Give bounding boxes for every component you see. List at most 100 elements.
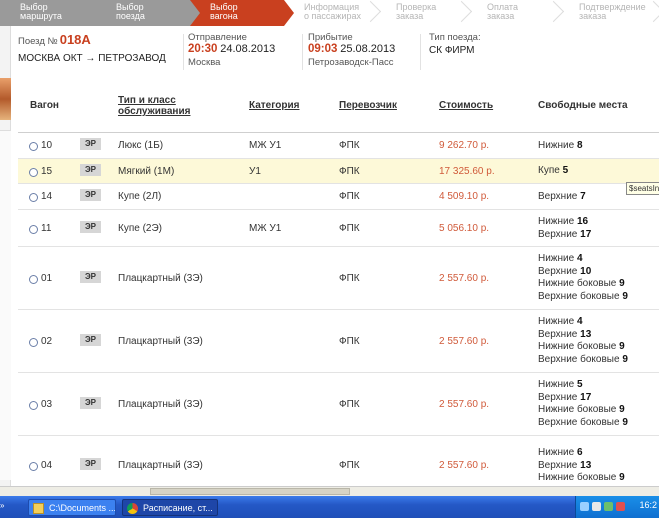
wagon-radio[interactable]	[29, 168, 38, 177]
seat-type: Нижние боковые	[538, 404, 617, 416]
left-banner-image	[0, 78, 11, 120]
table-row[interactable]: 02 ЭР Плацкартный (3Э) ФПК 2 557.60 р. Нижние…	[18, 310, 659, 373]
wagon-radio[interactable]	[29, 193, 38, 202]
taskbar-arrow-icon[interactable]: »	[0, 501, 10, 513]
taskbar: » C:\Documents ... Расписание, ст... 16:…	[0, 496, 659, 518]
service-class: Плацкартный (3Э)	[118, 399, 203, 410]
tray-network-icon[interactable]	[580, 502, 589, 511]
category: МЖ У1	[249, 140, 282, 151]
seat-count: 9	[619, 341, 625, 353]
seat-line: Нижние боковые 9	[538, 341, 628, 354]
seat-count: 9	[619, 278, 625, 290]
wagon-number: 10	[41, 140, 53, 151]
col-category[interactable]: Категория	[249, 100, 299, 111]
taskbar-item-browser[interactable]: Расписание, ст...	[122, 499, 218, 516]
carrier: ФПК	[339, 273, 360, 284]
col-wagon: Вагон	[30, 100, 59, 111]
col-price-label: Стоимость	[439, 100, 494, 111]
scroll-thumb[interactable]	[150, 488, 350, 495]
table-row[interactable]: 03 ЭР Плацкартный (3Э) ФПК 2 557.60 р. Нижние…	[18, 373, 659, 436]
step-label: Подтверждение заказа	[579, 2, 646, 21]
chrome-icon	[127, 503, 138, 514]
free-seats: Нижние 5 Верхние 17 Нижние боковые 9 Верхни…	[538, 379, 628, 429]
carrier: ФПК	[339, 460, 360, 471]
wagon-radio[interactable]	[29, 142, 38, 151]
service-class: Мягкий (1М)	[118, 166, 175, 177]
seat-type: Верхние	[538, 391, 578, 403]
seat-line: Верхние 17	[538, 229, 591, 242]
er-badge: ЭР	[80, 221, 101, 233]
price: 2 557.60 р.	[439, 336, 490, 347]
er-badge: ЭР	[80, 271, 101, 283]
seat-line: Нижние 16	[538, 216, 591, 229]
arrival-station: Петрозаводск-Пасс	[308, 57, 394, 68]
col-seats: Свободные места	[538, 100, 628, 111]
seat-count: 9	[622, 416, 628, 428]
price: 2 557.60 р.	[439, 399, 490, 410]
free-seats: Нижние 16 Верхние 17	[538, 216, 591, 241]
seat-type: Нижние	[538, 316, 575, 327]
wagon-number: 02	[41, 336, 53, 347]
wagon-radio[interactable]	[29, 225, 38, 234]
divider	[420, 34, 421, 70]
seat-count: 10	[580, 265, 592, 277]
arrival-time: 09:03	[308, 43, 338, 55]
seat-type: Нижние	[538, 216, 575, 227]
col-type-label: Тип и класс обслуживания	[118, 95, 191, 117]
step-train[interactable]: Выбор поезда	[96, 0, 200, 26]
tray-security-icon[interactable]	[604, 502, 613, 511]
wagon-number: 11	[41, 223, 52, 234]
seat-type: Нижние	[538, 447, 575, 458]
table-row[interactable]: 11 ЭР Купе (2Э) МЖ У1 ФПК 5 056.10 р. Нижние 1…	[18, 210, 659, 247]
wagon-radio[interactable]	[29, 462, 38, 471]
seat-type: Верхние боковые	[538, 353, 620, 365]
wagon-radio[interactable]	[29, 401, 38, 410]
taskbar-item-label: Расписание, ст...	[143, 503, 213, 513]
free-seats: Нижние 4 Верхние 13 Нижние боковые 9 Верхни…	[538, 316, 628, 366]
price: 4 509.10 р.	[439, 191, 490, 202]
horizontal-scrollbar[interactable]	[0, 486, 659, 496]
seat-line: Нижние 5	[538, 379, 628, 392]
col-carrier[interactable]: Перевозчик	[339, 100, 397, 111]
step-label: Информация о пассажирах	[304, 2, 361, 21]
seat-count: 13	[580, 459, 592, 471]
wagon-number: 14	[41, 191, 53, 202]
seat-count: 5	[576, 379, 583, 390]
seat-line: Нижние 4	[538, 253, 628, 266]
seat-line: Нижние 4	[538, 316, 628, 329]
tooltip: $seatsIn	[626, 182, 659, 195]
table-row[interactable]: 01 ЭР Плацкартный (3Э) ФПК 2 557.60 р. Нижние…	[18, 247, 659, 310]
train-number: 018А	[59, 32, 91, 47]
seat-type: Нижние боковые	[538, 472, 617, 484]
wagon-radio[interactable]	[29, 338, 38, 347]
free-seats: Нижние 6 Верхние 13 Нижние боковые 9	[538, 447, 625, 485]
step-check: Проверка заказа	[376, 0, 467, 26]
seat-line: Нижние боковые 9	[538, 278, 628, 291]
er-badge: ЭР	[80, 189, 101, 201]
step-route[interactable]: Выбор маршрута	[0, 0, 106, 26]
er-badge: ЭР	[80, 458, 101, 470]
seat-type: Верхние боковые	[538, 416, 620, 428]
seat-line: Верхние 13	[538, 460, 625, 473]
seat-type: Нижние	[538, 253, 575, 264]
table-row[interactable]: 14 ЭР Купе (2Л) ФПК 4 509.10 р. Верхние 7	[18, 184, 659, 210]
col-price[interactable]: Стоимость	[439, 100, 493, 111]
carrier: ФПК	[339, 399, 360, 410]
table-row[interactable]: 10 ЭР Люкс (1Б) МЖ У1 ФПК 9 262.70 р. Нижние 8	[18, 133, 659, 159]
taskbar-item-explorer[interactable]: C:\Documents ...	[28, 499, 116, 516]
wagon-radio[interactable]	[29, 275, 38, 284]
tray-volume-icon[interactable]	[592, 502, 601, 511]
table-row[interactable]: 15 ЭР Мягкий (1М) У1 ФПК 17 325.60 р. Купе 5	[18, 159, 659, 184]
seat-count: 9	[622, 290, 628, 302]
service-class: Купе (2Э)	[118, 223, 162, 234]
table-header: Вагон Тип и класс обслуживания Категория…	[18, 88, 659, 133]
clock: 16:2	[639, 500, 657, 510]
wagon-number: 03	[41, 399, 53, 410]
seat-line: Нижние боковые 9	[538, 404, 628, 417]
service-class: Плацкартный (3Э)	[118, 336, 203, 347]
seat-count: 6	[576, 447, 583, 458]
col-type[interactable]: Тип и класс обслуживания	[118, 95, 190, 117]
seat-type: Верхние	[538, 228, 578, 240]
tray-alert-icon[interactable]	[616, 502, 625, 511]
seat-type: Верхние боковые	[538, 290, 620, 302]
